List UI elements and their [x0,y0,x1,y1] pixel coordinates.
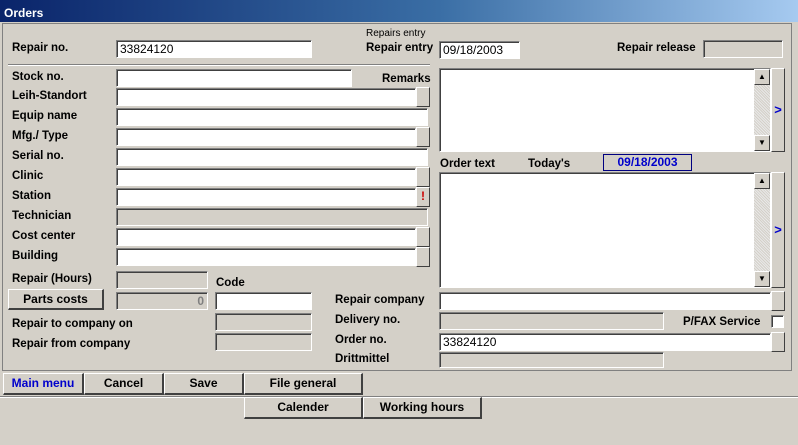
code-field[interactable] [215,292,312,310]
code-label: Code [216,277,245,289]
remarks-scrollbar[interactable]: ▲ ▼ [754,69,770,151]
technician-label: Technician [12,210,72,222]
repair-entry-date-field[interactable]: 09/18/2003 [439,41,520,59]
repair-to-company-field [215,313,312,331]
window-title-bar: Orders [0,0,798,22]
parts-costs-button[interactable]: Parts costs [8,289,104,310]
cost-center-label: Cost center [12,230,76,242]
leih-standort-dropdown-button[interactable] [416,87,430,107]
mfg-type-field[interactable] [116,128,416,146]
station-label: Station [12,190,51,202]
delivery-no-label: Delivery no. [335,314,401,326]
leih-standort-label: Leih-Standort [12,90,87,102]
pfax-service-checkbox[interactable] [771,315,784,328]
order-no-label: Order no. [335,334,387,346]
repair-hours-field [116,271,208,289]
mfg-type-dropdown-button[interactable] [416,127,430,147]
stock-no-label: Stock no. [12,71,64,83]
cost-center-field[interactable] [116,228,416,246]
order-text-scrollbar[interactable]: ▲ ▼ [754,173,770,287]
clinic-field[interactable] [116,168,416,186]
remarks-expand-arrow-icon[interactable]: > [771,68,785,152]
remarks-label: Remarks [382,73,431,85]
mfg-type-label: Mfg./ Type [12,130,69,142]
scroll-down-icon[interactable]: ▼ [754,271,770,287]
cancel-button[interactable]: Cancel [84,373,164,395]
delivery-no-field [439,312,664,330]
save-button[interactable]: Save [164,373,244,395]
building-label: Building [12,250,58,262]
order-text-label: Order text [440,158,495,170]
building-dropdown-button[interactable] [416,247,430,267]
repair-to-company-label: Repair to company on [12,318,133,330]
pfax-service-label: P/FAX Service [683,316,761,328]
equip-name-label: Equip name [12,110,78,122]
equip-name-field[interactable] [116,108,428,126]
calender-button[interactable]: Calender [244,397,363,419]
order-text-textarea[interactable]: ▲ ▼ [439,172,771,288]
technician-field [116,208,428,226]
file-general-button[interactable]: File general [244,373,363,395]
order-text-expand-arrow-icon[interactable]: > [771,172,785,288]
repairs-entry-caption: Repairs entry [366,28,426,39]
repair-company-label: Repair company [335,294,425,306]
repair-company-field[interactable] [439,292,771,310]
working-hours-button[interactable]: Working hours [363,397,482,419]
serial-no-field[interactable] [116,148,428,166]
todays-date-display: 09/18/2003 [603,154,692,171]
clinic-label: Clinic [12,170,44,182]
stock-no-field[interactable] [116,69,352,87]
station-field[interactable] [116,188,416,206]
repair-from-company-field [215,333,312,351]
building-field[interactable] [116,248,416,266]
main-menu-button[interactable]: Main menu [3,373,84,395]
scroll-up-icon[interactable]: ▲ [754,69,770,85]
remarks-textarea[interactable]: ▲ ▼ [439,68,771,152]
window-title: Orders [4,6,44,20]
repair-company-dropdown-button[interactable] [771,291,785,311]
parts-costs-field: 0 [116,292,208,310]
serial-no-label: Serial no. [12,150,64,162]
scroll-down-icon[interactable]: ▼ [754,135,770,151]
station-alert-button[interactable]: ! [416,187,430,207]
repair-release-field [703,40,783,58]
drittmittel-label: Drittmittel [335,353,390,365]
cost-center-dropdown-button[interactable] [416,227,430,247]
drittmittel-field [439,352,664,368]
clinic-dropdown-button[interactable] [416,167,430,187]
repair-no-label: Repair no. [12,42,69,54]
todays-label: Today's [528,158,571,170]
repair-release-label: Repair release [617,42,696,54]
repair-no-field[interactable]: 33824120 [116,40,312,58]
scroll-up-icon[interactable]: ▲ [754,173,770,189]
order-no-field[interactable]: 33824120 [439,333,771,351]
repair-entry-label: Repair entry [366,42,434,54]
repair-from-company-label: Repair from company [12,338,131,350]
repair-hours-label: Repair (Hours) [12,273,92,285]
header-divider [8,64,430,66]
order-no-dropdown-button[interactable] [771,332,785,352]
leih-standort-field[interactable] [116,88,416,106]
